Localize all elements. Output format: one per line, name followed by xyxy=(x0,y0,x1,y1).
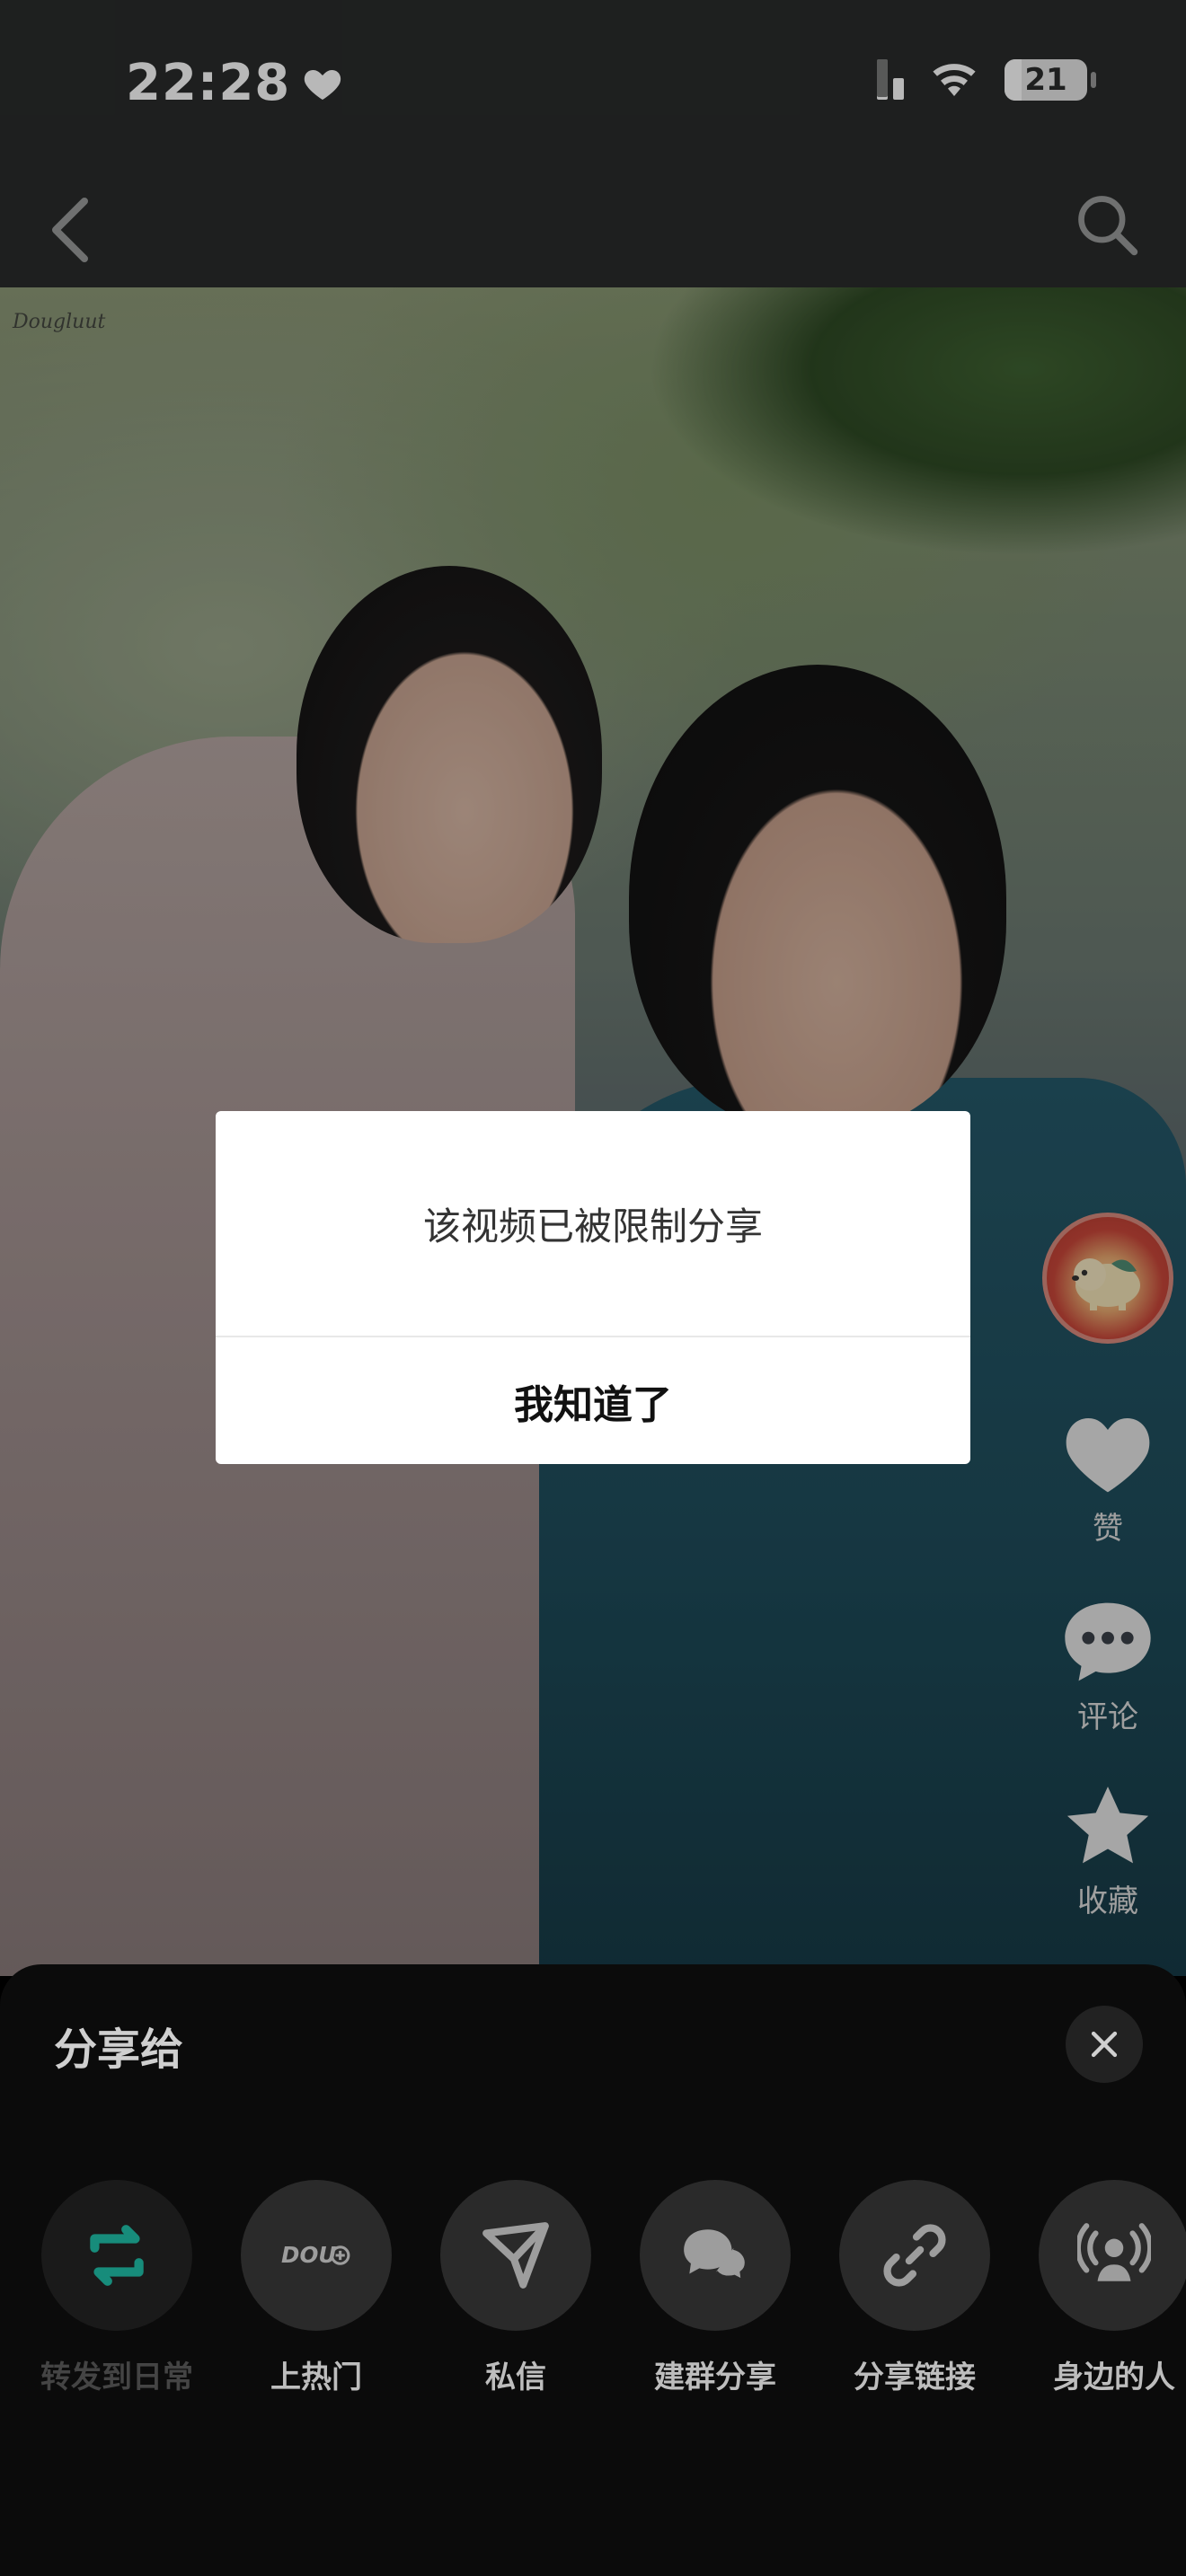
dialog-message: 该视频已被限制分享 xyxy=(422,1204,763,1248)
share-options-row: 转发到日常 DOU 上热门 私信 建群分享 分享链接 身边的人 xyxy=(0,2180,1186,2413)
share-option-circle: DOU xyxy=(241,2180,392,2331)
share-option-message[interactable]: 私信 xyxy=(426,2180,606,2396)
share-option-hot[interactable]: DOU 上热门 xyxy=(226,2180,406,2396)
share-option-group[interactable]: 建群分享 xyxy=(625,2180,805,2396)
svg-text:DOU: DOU xyxy=(281,2242,336,2268)
share-option-label: 转发到日常 xyxy=(40,2360,193,2395)
share-option-label: 分享链接 xyxy=(854,2360,976,2395)
share-option-label: 建群分享 xyxy=(654,2360,776,2395)
close-icon xyxy=(1091,2031,1118,2058)
repost-icon xyxy=(90,2225,144,2286)
share-option-link[interactable]: 分享链接 xyxy=(825,2180,1005,2396)
share-option-nearby[interactable]: 身边的人 xyxy=(1024,2180,1186,2396)
share-option-label: 身边的人 xyxy=(1053,2360,1175,2395)
share-option-label: 上热门 xyxy=(270,2360,362,2395)
send-icon xyxy=(482,2222,549,2289)
link-icon xyxy=(883,2224,946,2287)
dialog-confirm-button[interactable]: 我知道了 xyxy=(216,1337,970,1464)
dou-plus-icon: DOU xyxy=(281,2242,350,2268)
nearby-people-icon xyxy=(1077,2223,1151,2281)
share-option-label: 私信 xyxy=(485,2360,546,2395)
share-option-circle xyxy=(1039,2180,1186,2331)
group-chat-icon xyxy=(684,2229,748,2285)
share-sheet-title: 分享给 xyxy=(54,2025,184,2075)
close-button[interactable] xyxy=(1066,2006,1143,2083)
share-sheet: 分享给 转发到日常 DOU 上热门 私信 建群分享 分享链接 身边的人 xyxy=(0,1964,1186,2576)
share-option-circle xyxy=(440,2180,591,2331)
share-option-circle xyxy=(839,2180,990,2331)
restriction-dialog: 该视频已被限制分享 我知道了 xyxy=(216,1111,970,1464)
share-option-circle xyxy=(41,2180,192,2331)
share-option-circle xyxy=(640,2180,791,2331)
share-option-repost[interactable]: 转发到日常 xyxy=(27,2180,207,2396)
